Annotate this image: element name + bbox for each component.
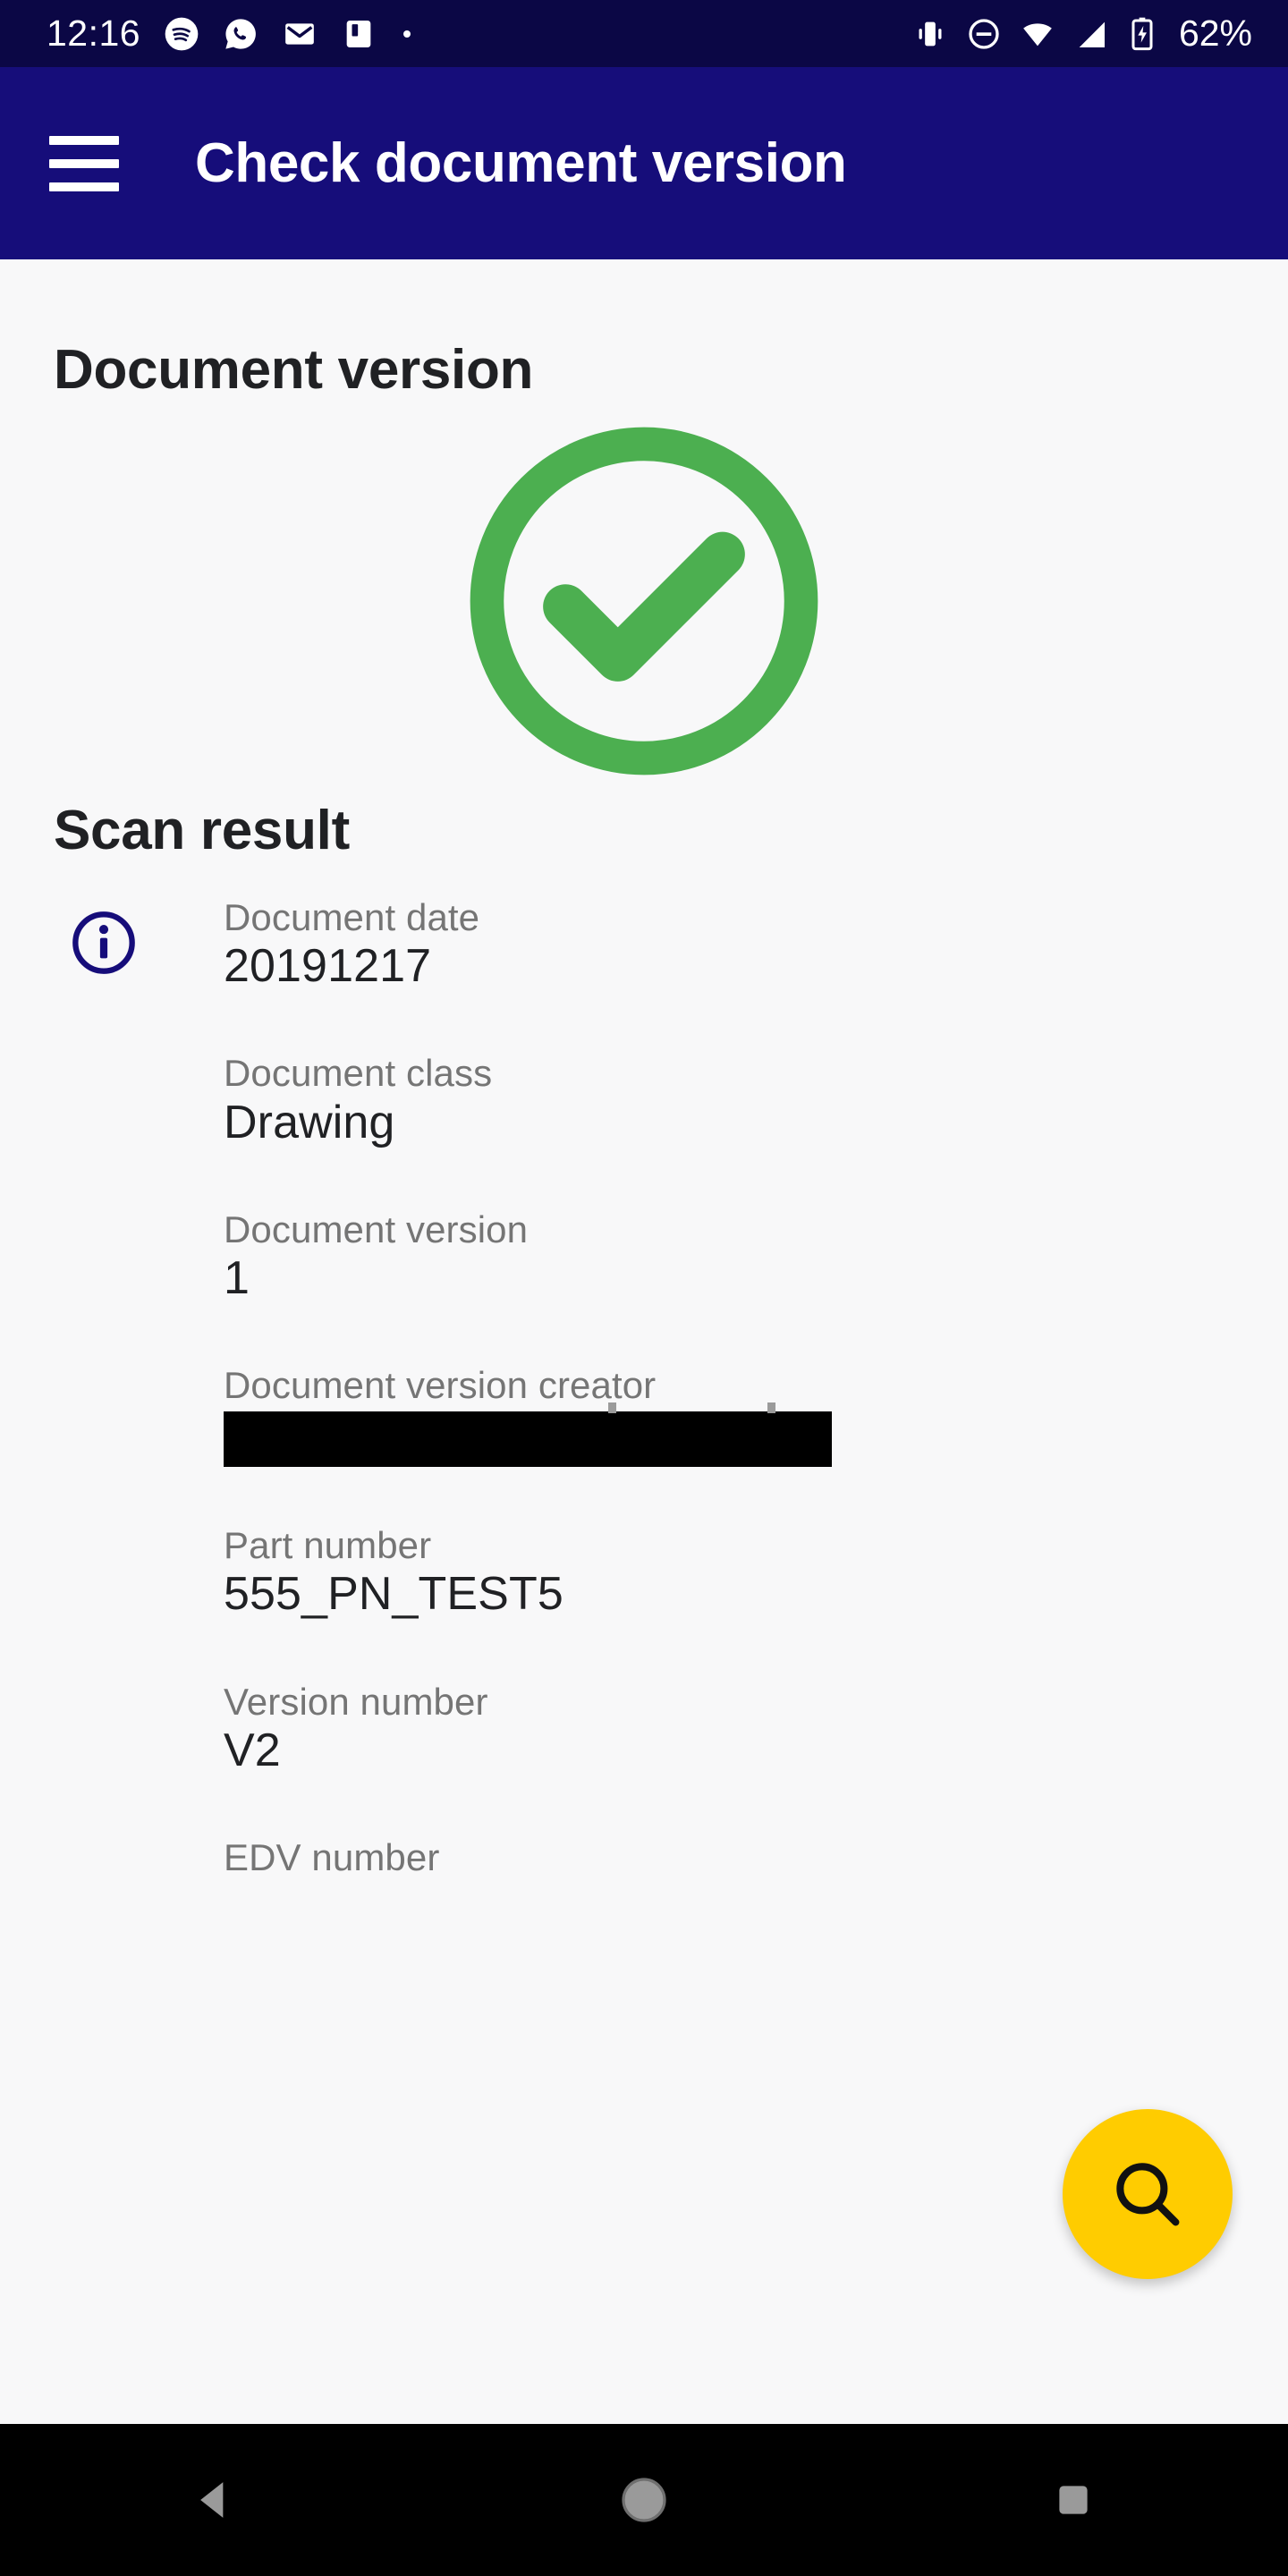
field-label: Document version creator xyxy=(224,1364,657,1407)
status-bar: 12:16 62% xyxy=(0,0,1288,67)
status-icon-container xyxy=(0,414,1288,788)
status-bar-left: 12:16 xyxy=(0,15,414,52)
field-spacer xyxy=(0,1779,1288,1836)
field-spacer xyxy=(0,1307,1288,1364)
back-triangle-icon xyxy=(200,2482,224,2518)
redaction-bar xyxy=(224,1402,832,1468)
check-circle-icon xyxy=(470,427,818,775)
status-bar-right: 62% xyxy=(912,15,1288,52)
field-value: 1 xyxy=(224,1251,250,1304)
recents-square-icon xyxy=(1059,2486,1088,2514)
field-spacer xyxy=(0,995,1288,1052)
nav-back-button[interactable] xyxy=(161,2446,268,2554)
field-document-version-creator: Document version creator xyxy=(0,1364,1288,1468)
field-label: EDV number xyxy=(224,1836,440,1879)
field-spacer xyxy=(0,1623,1288,1681)
do-not-disturb-icon xyxy=(969,18,999,49)
hamburger-menu-icon[interactable] xyxy=(49,135,121,191)
field-label: Document date xyxy=(224,896,480,938)
field-label: Version number xyxy=(224,1680,488,1723)
field-value: Drawing xyxy=(224,1096,395,1148)
battery-charging-icon xyxy=(1131,17,1153,50)
field-spacer xyxy=(0,1467,1288,1524)
wifi-icon xyxy=(1023,22,1052,46)
field-version-number: Version number V2 xyxy=(0,1681,1288,1779)
dot-icon xyxy=(403,30,411,38)
field-value: 555_PN_TEST5 xyxy=(224,1568,564,1621)
field-part-number: Part number 555_PN_TEST5 xyxy=(0,1524,1288,1623)
field-spacer xyxy=(0,1151,1288,1208)
search-icon xyxy=(1116,2163,1180,2226)
hamburger-line xyxy=(49,182,119,191)
field-document-class: Document class Drawing xyxy=(0,1052,1288,1150)
app-icon xyxy=(346,20,371,47)
field-edv-number: EDV number xyxy=(0,1836,1288,1878)
field-value: 20191217 xyxy=(224,940,432,993)
field-label: Document class xyxy=(224,1052,493,1095)
vibrate-icon xyxy=(919,21,942,46)
spotify-icon xyxy=(165,17,199,50)
field-document-date: Document date 20191217 xyxy=(0,896,1288,995)
nav-home-button[interactable] xyxy=(590,2446,698,2554)
nav-recents-button[interactable] xyxy=(1020,2446,1127,2554)
gmail-icon xyxy=(285,22,314,45)
field-label: Part number xyxy=(224,1524,432,1567)
battery-percent-label: 62% xyxy=(1178,13,1252,54)
field-label: Document version xyxy=(224,1208,529,1250)
field-document-version: Document version 1 xyxy=(0,1208,1288,1307)
field-value: V2 xyxy=(224,1724,281,1776)
signal-icon xyxy=(1079,21,1105,47)
home-circle-icon xyxy=(622,2478,666,2522)
whatsapp-icon xyxy=(225,18,256,49)
app-bar-title: Check document version xyxy=(195,132,847,194)
app-bar: Check document version xyxy=(0,67,1288,259)
scan-result-title: Scan result xyxy=(54,800,350,861)
page-title: Document version xyxy=(54,339,534,401)
search-fab-button[interactable] xyxy=(1063,2109,1233,2279)
content-area: Document version Scan result Document da… xyxy=(0,259,1288,2424)
android-nav-bar xyxy=(0,2424,1288,2576)
hamburger-line xyxy=(49,135,119,145)
hamburger-line xyxy=(49,158,119,168)
status-clock: 12:16 xyxy=(47,13,141,54)
fields-list: Document date 20191217 Document class Dr… xyxy=(0,896,1288,1878)
info-icon[interactable] xyxy=(70,909,138,977)
